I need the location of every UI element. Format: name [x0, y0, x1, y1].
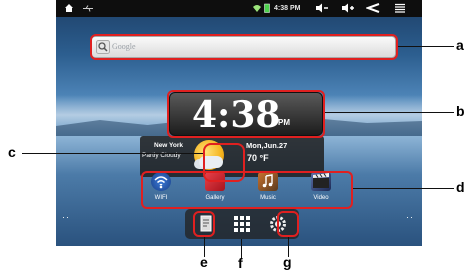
callout-line-b — [325, 112, 454, 113]
home-icon[interactable] — [64, 0, 74, 17]
menu-icon[interactable] — [395, 0, 405, 17]
callout-e: e — [200, 254, 208, 270]
highlight-search — [90, 34, 398, 60]
callout-c: c — [8, 144, 16, 160]
callout-line-a — [398, 46, 454, 47]
callout-d: d — [456, 179, 465, 195]
volume-up-icon[interactable] — [341, 0, 355, 17]
callout-a: a — [456, 37, 464, 53]
usb-icon — [82, 0, 94, 17]
callout-f: f — [238, 255, 243, 271]
back-icon[interactable] — [365, 0, 380, 17]
battery-icon — [264, 0, 270, 17]
app-drawer-icon[interactable] — [231, 213, 253, 235]
callout-b: b — [456, 103, 465, 119]
callout-g: g — [283, 254, 292, 270]
highlight-file-manager — [193, 211, 215, 237]
wifi-signal-icon — [252, 0, 262, 17]
weather-temperature: 70 °F — [247, 153, 269, 163]
callout-line-d — [353, 188, 454, 189]
status-time: 4:38 PM — [274, 5, 301, 12]
status-bar: 4:38 PM — [56, 0, 422, 17]
weather-city: New York — [154, 142, 184, 149]
volume-down-icon[interactable] — [315, 0, 329, 17]
weather-date: Mon,Jun.27 — [246, 141, 288, 150]
highlight-apps — [141, 171, 353, 209]
highlight-clock — [167, 90, 325, 138]
page-indicator-left[interactable]: ·· — [62, 212, 70, 222]
highlight-settings — [277, 211, 299, 237]
page-indicator-right[interactable]: ·· — [406, 212, 414, 222]
callout-line-c — [22, 153, 203, 154]
